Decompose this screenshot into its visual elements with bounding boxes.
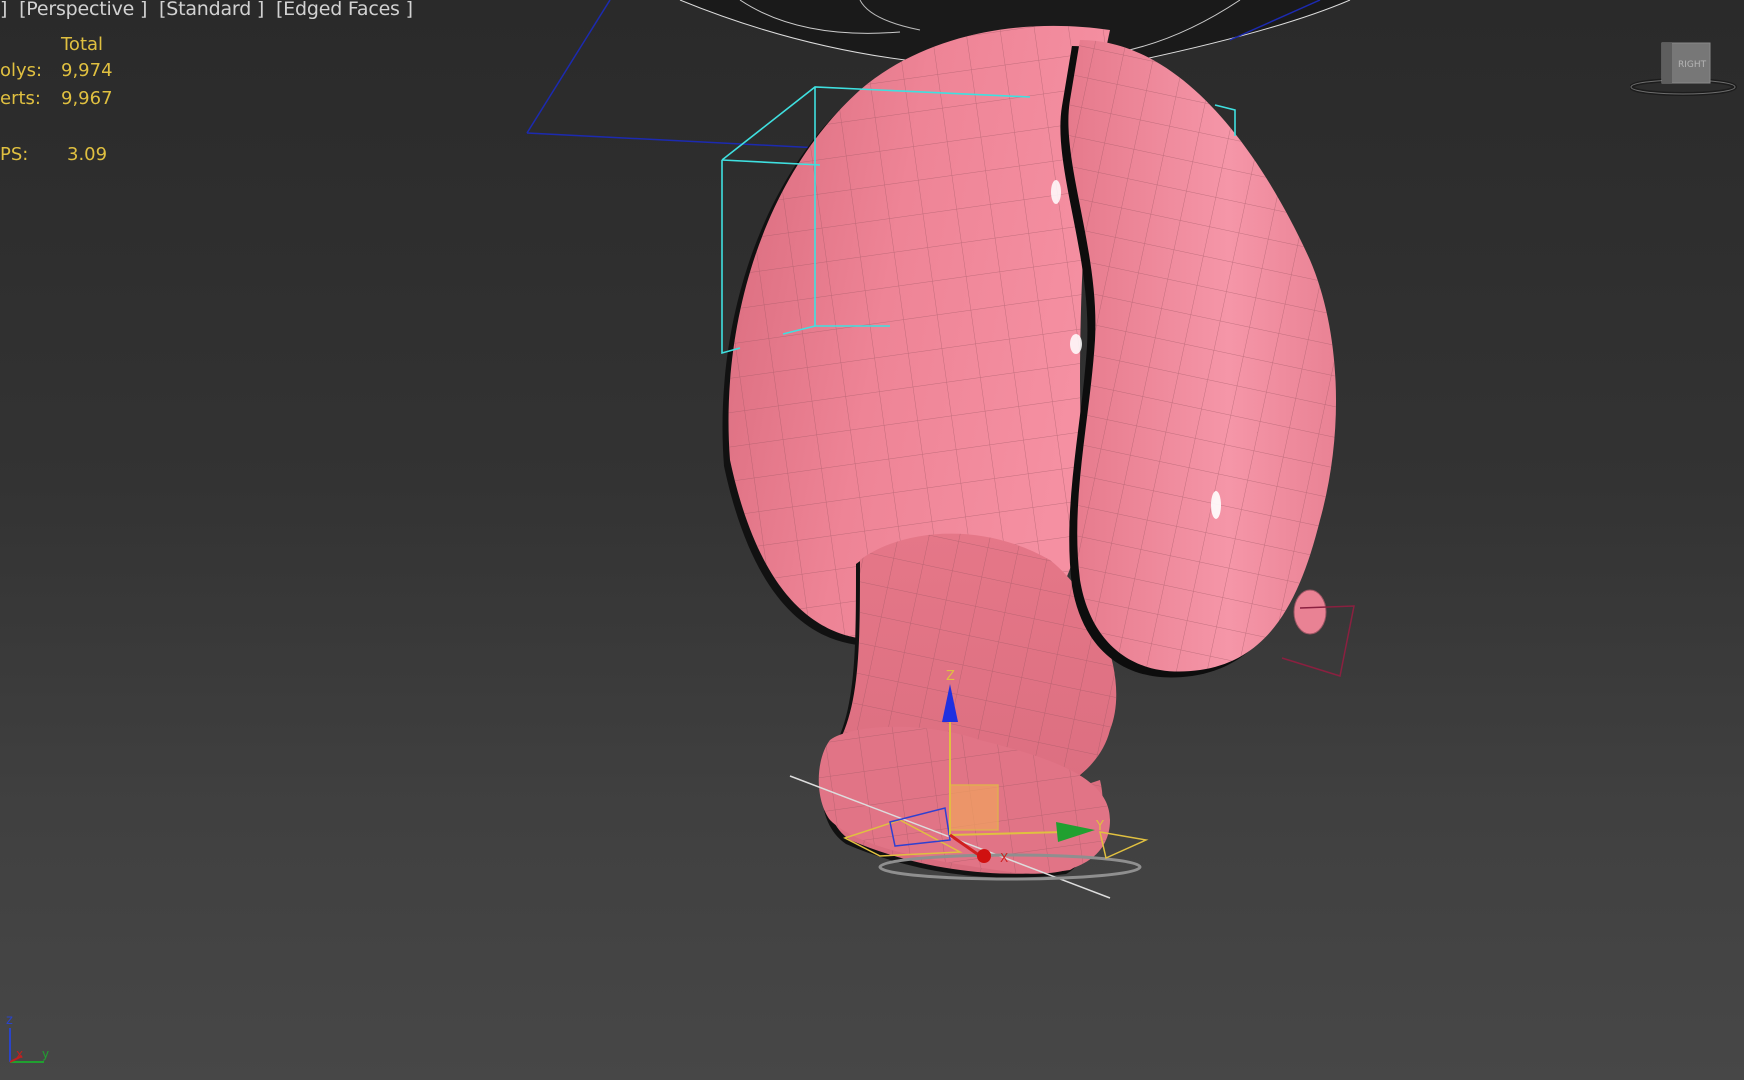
- perspective-viewport[interactable]: ] [Perspective ] [Standard ] [Edged Face…: [0, 0, 1744, 1080]
- gizmo-x-arrow[interactable]: [977, 849, 991, 863]
- gizmo-z-label: Z: [946, 669, 955, 684]
- viewcube[interactable]: RIGHT: [1630, 40, 1740, 100]
- tripod-x-label: x: [16, 1047, 23, 1061]
- gizmo-plane-handle[interactable]: [949, 784, 999, 831]
- tripod-y-label: y: [42, 1047, 49, 1061]
- viewcube-face-label: RIGHT: [1678, 60, 1707, 70]
- tripod-z-label: z: [6, 1013, 13, 1028]
- gizmo-x-label: X: [1000, 851, 1008, 865]
- scene-canvas[interactable]: Z Y X: [0, 0, 1744, 1080]
- gizmo-y-label: Y: [1095, 819, 1104, 834]
- arm-mesh[interactable]: [1060, 40, 1337, 678]
- world-axis-tripod: z x y: [6, 1013, 49, 1063]
